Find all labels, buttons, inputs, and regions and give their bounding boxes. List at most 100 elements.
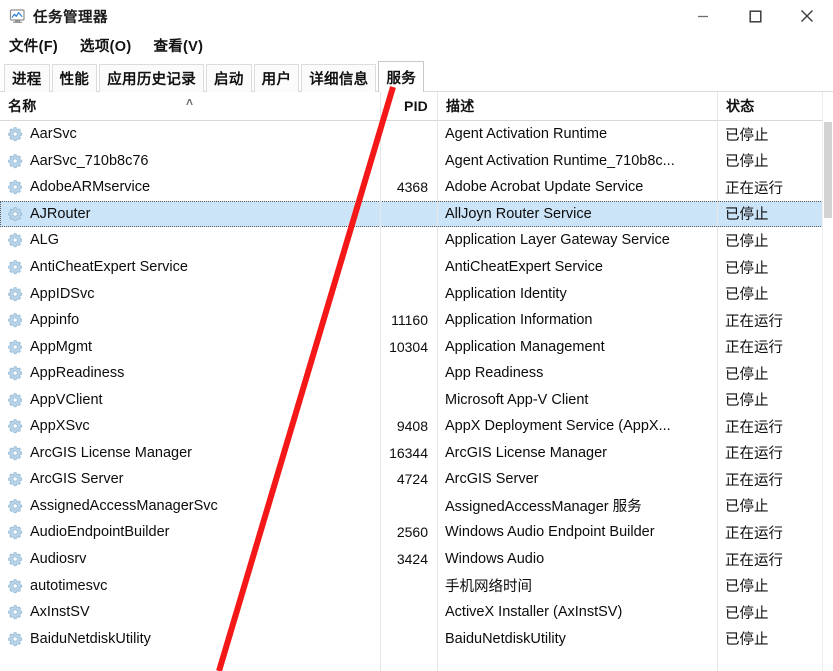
sort-ascending-icon: ˄ xyxy=(186,94,194,109)
window-title: 任务管理器 xyxy=(33,9,108,26)
cell-description: Application Identity xyxy=(445,285,567,302)
services-table: 名称 ˄ PID 描述 状态 AarSvc Agent Activation Ru… xyxy=(0,92,833,671)
column-header-pid[interactable]: PID xyxy=(380,92,437,121)
task-manager-icon xyxy=(9,8,26,25)
table-column-headers: 名称 ˄ PID 描述 状态 xyxy=(0,92,833,121)
table-row[interactable]: AssignedAccessManagerSvc AssignedAccessMa… xyxy=(0,493,833,520)
cell-description: Agent Activation Runtime xyxy=(445,126,608,143)
cell-description: ArcGIS Server xyxy=(445,471,539,488)
service-gear-icon xyxy=(7,498,24,514)
cell-description: AllJoyn Router Service xyxy=(445,205,592,222)
cell-status: 已停止 xyxy=(725,260,769,277)
cell-pid xyxy=(380,572,437,599)
service-name-label: AppMgmt xyxy=(30,338,93,355)
cell-status: 正在运行 xyxy=(725,472,783,489)
service-name-label: AppIDSvc xyxy=(30,285,95,302)
service-gear-icon xyxy=(7,631,24,647)
cell-description: Microsoft App-V Client xyxy=(445,391,589,408)
cell-name: AntiCheatExpert Service xyxy=(0,254,380,281)
menu-item-options[interactable]: 选项(O) xyxy=(80,35,131,56)
table-row[interactable]: AppIDSvc Application Identity 已停止 xyxy=(0,280,833,307)
table-row[interactable]: AdobeARMservice 4368 Adobe Acrobat Update … xyxy=(0,174,833,201)
table-row[interactable]: AntiCheatExpert Service AntiCheatExpert S… xyxy=(0,254,833,281)
cell-name: AJRouter xyxy=(0,201,380,228)
cell-status: 正在运行 xyxy=(725,313,783,330)
cell-status: 已停止 xyxy=(725,154,769,171)
cell-pid xyxy=(380,599,437,626)
cell-name: AppXSvc xyxy=(0,413,380,440)
tab-app-history[interactable]: 应用历史记录 xyxy=(99,64,205,92)
column-header-description[interactable]: 描述 xyxy=(437,92,717,121)
table-row[interactable]: BaiduNetdiskUtility BaiduNetdiskUtility 已停… xyxy=(0,625,833,652)
cell-status: 已停止 xyxy=(725,499,769,516)
column-header-description-label: 描述 xyxy=(446,98,475,114)
close-button[interactable] xyxy=(781,0,833,32)
cell-status: 正在运行 xyxy=(725,446,783,463)
service-name-label: AppReadiness xyxy=(30,365,125,382)
cell-description: BaiduNetdiskUtility xyxy=(445,630,566,647)
tab-performance[interactable]: 性能 xyxy=(51,64,98,92)
cell-pid: 4724 xyxy=(396,471,428,488)
maximize-button[interactable] xyxy=(729,0,781,32)
table-row[interactable]: AJRouter AllJoyn Router Service 已停止 xyxy=(0,200,833,228)
table-row[interactable]: Appinfo 11160 Application Information 正在运行 xyxy=(0,307,833,334)
tab-startup[interactable]: 启动 xyxy=(206,64,252,92)
service-name-label: AppXSvc xyxy=(30,418,90,435)
cell-pid: 11160 xyxy=(391,312,428,329)
table-row[interactable]: AarSvc_710b8c76 Agent Activation Runtime_… xyxy=(0,148,833,175)
cell-description: 手机网络时间 xyxy=(445,579,532,596)
cell-status: 已停止 xyxy=(725,287,769,304)
cell-pid xyxy=(380,201,437,228)
cell-description: Agent Activation Runtime_710b8c... xyxy=(445,152,675,169)
service-gear-icon xyxy=(7,418,24,434)
table-row[interactable]: autotimesvc 手机网络时间 已停止 xyxy=(0,572,833,599)
table-row[interactable]: AudioEndpointBuilder 2560 Windows Audio En… xyxy=(0,519,833,546)
cell-status: 已停止 xyxy=(725,605,769,622)
table-row[interactable]: AppMgmt 10304 Application Management 正在运行 xyxy=(0,333,833,360)
table-row[interactable]: Audiosrv 3424 Windows Audio 正在运行 xyxy=(0,546,833,573)
service-gear-icon xyxy=(7,286,24,302)
table-row[interactable]: AppVClient Microsoft App-V Client 已停止 xyxy=(0,386,833,413)
column-header-name[interactable]: 名称 ˄ xyxy=(0,92,380,121)
cell-pid xyxy=(380,121,437,148)
table-row[interactable]: ALG Application Layer Gateway Service 已停止 xyxy=(0,227,833,254)
column-header-status[interactable]: 状态 xyxy=(717,92,823,121)
menu-item-view[interactable]: 查看(V) xyxy=(153,35,203,56)
cell-name: ArcGIS Server xyxy=(0,466,380,493)
cell-name: ArcGIS License Manager xyxy=(0,440,380,467)
table-row[interactable]: ArcGIS Server 4724 ArcGIS Server 正在运行 xyxy=(0,466,833,493)
cell-status: 正在运行 xyxy=(725,552,783,569)
service-name-label: AarSvc_710b8c76 xyxy=(30,152,149,169)
cell-pid xyxy=(380,227,437,254)
cell-pid xyxy=(380,148,437,175)
service-name-label: AntiCheatExpert Service xyxy=(30,259,188,275)
tab-details[interactable]: 详细信息 xyxy=(301,64,377,92)
menu-item-file[interactable]: 文件(F) xyxy=(9,35,58,56)
minimize-button[interactable] xyxy=(677,0,729,32)
service-name-label: Appinfo xyxy=(30,312,80,329)
cell-name: AppMgmt xyxy=(0,333,380,360)
cell-name: AdobeARMservice xyxy=(0,174,380,201)
title-bar: 任务管理器 xyxy=(0,0,833,32)
table-row[interactable]: ArcGIS License Manager 16344 ArcGIS Licens… xyxy=(0,440,833,467)
cell-pid: 4368 xyxy=(396,179,428,196)
service-gear-icon xyxy=(7,259,24,275)
service-name-label: AssignedAccessManagerSvc xyxy=(30,497,218,514)
table-row[interactable]: AxInstSV ActiveX Installer (AxInstSV) 已停止 xyxy=(0,599,833,626)
vertical-scrollbar-thumb[interactable] xyxy=(824,122,832,218)
cell-status: 已停止 xyxy=(725,579,769,596)
cell-description: App Readiness xyxy=(445,365,544,382)
cell-name: AxInstSV xyxy=(0,599,380,626)
cell-pid: 3424 xyxy=(396,551,428,568)
cell-name: BaiduNetdiskUtility xyxy=(0,625,380,652)
tab-processes[interactable]: 进程 xyxy=(4,64,50,92)
cell-description: Adobe Acrobat Update Service xyxy=(445,179,644,196)
tab-services[interactable]: 服务 xyxy=(378,61,425,93)
table-row[interactable]: AppXSvc 9408 AppX Deployment Service (AppX… xyxy=(0,413,833,440)
vertical-scrollbar[interactable] xyxy=(822,92,833,671)
table-row[interactable]: AarSvc Agent Activation Runtime 已停止 xyxy=(0,121,833,148)
table-row[interactable]: AppReadiness App Readiness 已停止 xyxy=(0,360,833,387)
tab-users[interactable]: 用户 xyxy=(253,64,300,92)
service-name-label: AJRouter xyxy=(30,205,91,222)
cell-name: AppVClient xyxy=(0,386,380,413)
